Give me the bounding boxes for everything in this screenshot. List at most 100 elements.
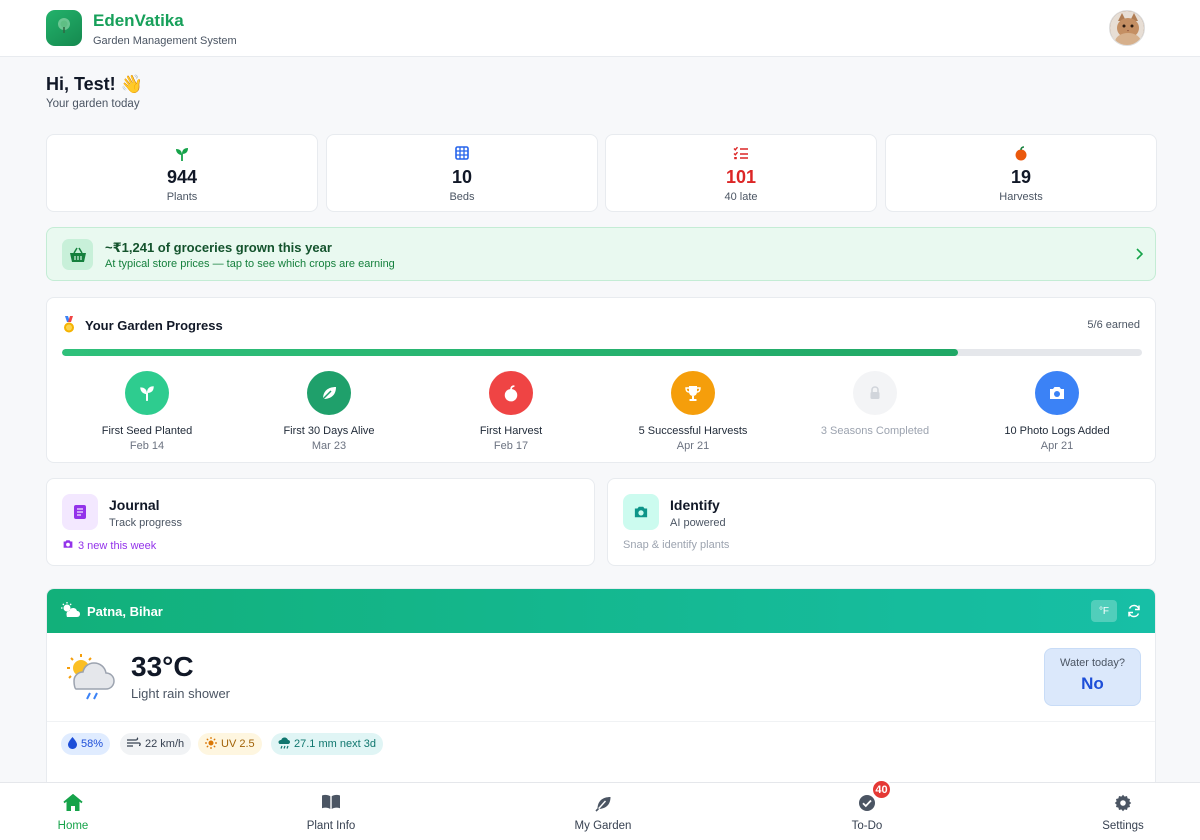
journal-subtitle: Track progress — [109, 517, 182, 529]
nav-home[interactable]: Home — [18, 783, 128, 840]
progress-bar-fill — [62, 349, 959, 356]
brand-subtitle: Garden Management System — [93, 35, 237, 47]
checklist-icon — [606, 146, 876, 162]
todo-count-badge: 40 — [871, 779, 892, 800]
book-icon — [276, 794, 386, 812]
identify-title: Identify — [670, 497, 720, 513]
milestone-photo-logs: 10 Photo Logs Added Apr 21 — [967, 371, 1147, 452]
leaf-icon — [307, 371, 351, 415]
journal-title: Journal — [109, 497, 160, 513]
water-today-question: Water today? — [1059, 657, 1125, 669]
divider — [47, 721, 1155, 722]
nav-settings[interactable]: Settings — [1068, 783, 1178, 840]
weather-location: Patna, Bihar — [87, 604, 163, 619]
home-icon — [18, 794, 128, 812]
stat-card-tasks[interactable]: 101 40 late — [605, 134, 877, 212]
wind-chip: 22 km/h — [120, 733, 192, 755]
partly-cloudy-icon — [61, 602, 81, 623]
medal-icon — [62, 316, 76, 339]
milestone-date: Feb 17 — [493, 440, 529, 452]
stat-label: 40 late — [724, 191, 758, 203]
bottom-navigation: Home Plant Info My Garden 40 To-Do Setti… — [0, 779, 1200, 840]
nav-label: Plant Info — [306, 820, 356, 832]
gear-icon — [1068, 794, 1178, 812]
stat-value: 10 — [451, 167, 473, 187]
identify-subtitle: AI powered — [670, 517, 726, 529]
app-header: EdenVatika Garden Management System — [0, 0, 1200, 57]
droplet-icon — [68, 736, 77, 752]
groceries-banner[interactable]: ~₹1,241 of groceries grown this year At … — [46, 227, 1156, 281]
rain-shower-icon — [64, 653, 116, 706]
stat-value: 101 — [725, 167, 757, 187]
basket-icon — [62, 239, 93, 270]
weather-header: Patna, Bihar °F — [47, 589, 1155, 633]
unit-toggle-button[interactable]: °F — [1091, 600, 1117, 622]
wind-icon — [127, 737, 141, 751]
milestone-5-harvests: 5 Successful Harvests Apr 21 — [603, 371, 783, 452]
refresh-icon[interactable] — [1127, 604, 1141, 623]
progress-title: Your Garden Progress — [85, 318, 223, 333]
weather-description: Light rain shower — [131, 686, 230, 701]
milestone-date: Feb 14 — [129, 440, 165, 452]
uv-chip: UV 2.5 — [198, 733, 262, 755]
stat-label: Harvests — [999, 191, 1043, 203]
stat-card-beds[interactable]: 10 Beds — [326, 134, 598, 212]
camera-icon — [1035, 371, 1079, 415]
humidity-chip: 58% — [61, 733, 111, 755]
rain-forecast-chip: 27.1 mm next 3d — [271, 733, 383, 755]
sprout-icon — [125, 371, 169, 415]
humidity-value: 58% — [81, 738, 104, 750]
milestone-30-days: First 30 Days Alive Mar 23 — [239, 371, 419, 452]
water-today-answer: No — [1081, 674, 1104, 693]
progress-earned: 5/6 earned — [1087, 319, 1140, 331]
milestone-3-seasons: 3 Seasons Completed — [785, 371, 965, 440]
stat-label: Plants — [166, 191, 198, 203]
milestone-date: Apr 21 — [676, 440, 710, 452]
trophy-icon — [671, 371, 715, 415]
rain-icon — [278, 737, 290, 752]
user-avatar[interactable] — [1109, 10, 1145, 46]
camera-icon — [623, 494, 659, 530]
stat-value: 944 — [166, 167, 198, 187]
stat-card-harvests[interactable]: 19 Harvests — [885, 134, 1157, 212]
journal-card[interactable]: Journal Track progress 3 new this week — [46, 478, 595, 566]
milestone-name: 3 Seasons Completed — [820, 425, 930, 437]
nav-todo[interactable]: 40 To-Do — [812, 779, 922, 840]
weather-card: Patna, Bihar °F 33°C Light rain shower W… — [46, 588, 1156, 788]
greeting-title: Hi, Test! 👋 — [46, 74, 144, 94]
identify-card[interactable]: Identify AI powered Snap & identify plan… — [607, 478, 1156, 566]
lock-icon — [853, 371, 897, 415]
sprout-icon — [47, 146, 317, 162]
nav-my-garden[interactable]: My Garden — [548, 783, 658, 840]
milestone-name: First 30 Days Alive — [283, 425, 375, 437]
milestone-first-seed: First Seed Planted Feb 14 — [57, 371, 237, 452]
app-logo[interactable] — [46, 10, 82, 46]
stat-card-plants[interactable]: 944 Plants — [46, 134, 318, 212]
journal-footer: 3 new this week — [62, 539, 156, 552]
nav-label: My Garden — [574, 820, 632, 832]
wind-value: 22 km/h — [145, 738, 185, 750]
nav-label: Settings — [1102, 820, 1144, 832]
check-circle-icon — [812, 794, 922, 812]
nav-label: To-Do — [851, 820, 883, 832]
stat-label: Beds — [449, 191, 475, 203]
sun-icon — [205, 736, 217, 752]
camera-icon — [62, 539, 74, 552]
milestone-name: 10 Photo Logs Added — [1004, 425, 1110, 437]
milestone-date: Mar 23 — [311, 440, 347, 452]
water-today-box: Water today? No — [1044, 648, 1141, 706]
apple-icon — [489, 371, 533, 415]
journal-icon — [62, 494, 98, 530]
stat-value: 19 — [1010, 167, 1032, 187]
progress-bar — [62, 349, 1142, 356]
tree-icon — [54, 16, 74, 41]
milestone-first-harvest: First Harvest Feb 17 — [421, 371, 601, 452]
garden-progress-card: Your Garden Progress 5/6 earned First Se… — [46, 297, 1156, 463]
brand-name: EdenVatika — [93, 11, 184, 30]
grid-icon — [327, 146, 597, 162]
journal-footer-text: 3 new this week — [78, 539, 157, 552]
nav-plant-info[interactable]: Plant Info — [276, 783, 386, 840]
chevron-right-icon — [1135, 247, 1144, 265]
rain-forecast-value: 27.1 mm next 3d — [294, 738, 376, 750]
milestone-name: 5 Successful Harvests — [638, 425, 748, 437]
